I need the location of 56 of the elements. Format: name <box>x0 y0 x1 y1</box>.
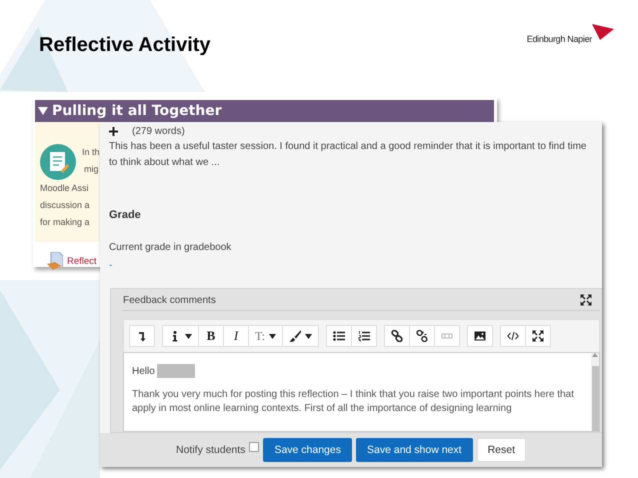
summary-text: for making a <box>40 216 90 229</box>
unlink-icon <box>416 330 428 342</box>
caret-icon <box>305 334 312 338</box>
summary-text: mig <box>83 163 99 176</box>
bulleted-list-icon <box>333 330 346 342</box>
fullscreen-icon[interactable] <box>580 294 592 306</box>
reset-button[interactable]: Reset <box>476 438 526 462</box>
unlink-button[interactable] <box>410 325 436 347</box>
save-next-button[interactable]: Save and show next <box>356 438 473 462</box>
current-grade-value: - <box>109 260 114 272</box>
expand-icon[interactable] <box>109 127 118 136</box>
summary-text: In th <box>82 146 100 159</box>
feedback-message: Thank you very much for posting this reflection – I think that you raise two important points here that apply in most online learning contexts. First of all the importance of designing learning <box>132 388 575 416</box>
code-button[interactable] <box>500 325 526 347</box>
summary-text: discussion a <box>40 199 90 212</box>
document-icon <box>47 252 63 270</box>
link-icon <box>391 330 404 342</box>
feedback-label: Feedback comments <box>123 294 216 306</box>
fontsize-button[interactable]: T: <box>249 325 284 347</box>
slide-title: Reflective Activity <box>39 34 211 57</box>
scrollbar[interactable] <box>591 353 599 431</box>
word-count: (279 words) <box>132 126 185 137</box>
italic-button[interactable]: I <box>224 325 249 347</box>
expanded-triangle-icon[interactable] <box>38 107 48 115</box>
caret-icon <box>269 334 276 338</box>
summary-text: Moodle Assi <box>40 182 89 195</box>
bold-button[interactable]: B <box>199 325 224 347</box>
brush-icon <box>289 330 302 342</box>
save-button[interactable]: Save changes <box>263 438 352 462</box>
undo-icon <box>136 330 148 342</box>
activity-link[interactable]: Reflect <box>67 256 97 266</box>
fullscreen-icon <box>532 330 544 342</box>
info-button[interactable] <box>162 325 199 347</box>
code-icon <box>507 330 520 342</box>
undo-button[interactable] <box>129 325 155 347</box>
greeting-text: Hello <box>132 366 155 376</box>
notify-label: Notify students <box>176 444 246 456</box>
brush-button[interactable] <box>283 325 320 347</box>
logo-text: Edinburgh Napier <box>526 34 592 44</box>
bullets-button[interactable] <box>326 325 352 347</box>
redacted-name <box>156 364 195 378</box>
numbered-list-icon <box>358 330 370 342</box>
submission-excerpt: This has been a useful taster session. I found it practical and a good reminder that it is important to find time to think about what we ... <box>109 140 588 170</box>
image-button[interactable] <box>467 325 494 347</box>
numbers-button[interactable] <box>352 325 378 347</box>
feedback-editor[interactable]: Hello Thank you very much for posting this reflection – I think that you raise two important points here that apply in most online learning contexts. First of all the importance of designing learning <box>123 352 600 432</box>
caret-icon <box>185 334 192 338</box>
fullscreen-button[interactable] <box>526 325 552 347</box>
link-button[interactable] <box>384 325 410 347</box>
section-title: Pulling it all Together <box>52 103 222 119</box>
flag-logo-icon <box>592 24 614 40</box>
assignment-icon <box>40 144 76 180</box>
notify-checkbox[interactable] <box>249 442 260 452</box>
current-grade-label: Current grade in gradebook <box>109 242 232 253</box>
image-icon <box>474 330 486 342</box>
grade-heading: Grade <box>109 209 142 221</box>
